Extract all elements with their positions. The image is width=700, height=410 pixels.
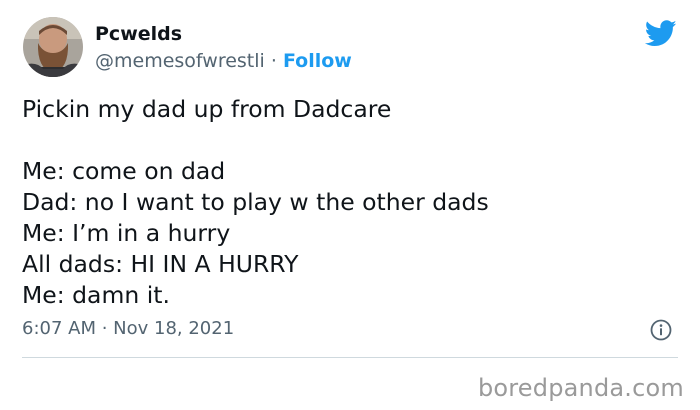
tweet-text: Pickin my dad up from Dadcare Me: come o… <box>22 94 682 311</box>
tweet-line: Me: come on dad <box>22 157 226 185</box>
follow-button[interactable]: Follow <box>283 50 352 72</box>
display-name[interactable]: Pcwelds <box>95 22 182 46</box>
separator-dot: · <box>270 50 277 72</box>
user-avatar[interactable] <box>23 17 83 77</box>
tweet-line: Dad: no I want to play w the other dads <box>22 188 489 216</box>
avatar-image <box>23 17 83 77</box>
tweet-line: Me: damn it. <box>22 281 170 309</box>
info-icon[interactable] <box>650 319 672 341</box>
divider <box>22 357 678 358</box>
tweet-line: Pickin my dad up from Dadcare <box>22 95 392 123</box>
user-handle[interactable]: @memesofwrestli <box>95 50 265 72</box>
tweet-card: Pcwelds @memesofwrestli · Follow Pickin … <box>0 0 700 410</box>
handle-row: @memesofwrestli · Follow <box>95 49 352 73</box>
tweet-timestamp[interactable]: 6:07 AM · Nov 18, 2021 <box>22 317 234 341</box>
watermark: boredpanda.com <box>477 374 684 402</box>
twitter-bird-icon[interactable] <box>644 20 677 47</box>
tweet-line: Me: I’m in a hurry <box>22 219 231 247</box>
tweet-line: All dads: HI IN A HURRY <box>22 250 299 278</box>
